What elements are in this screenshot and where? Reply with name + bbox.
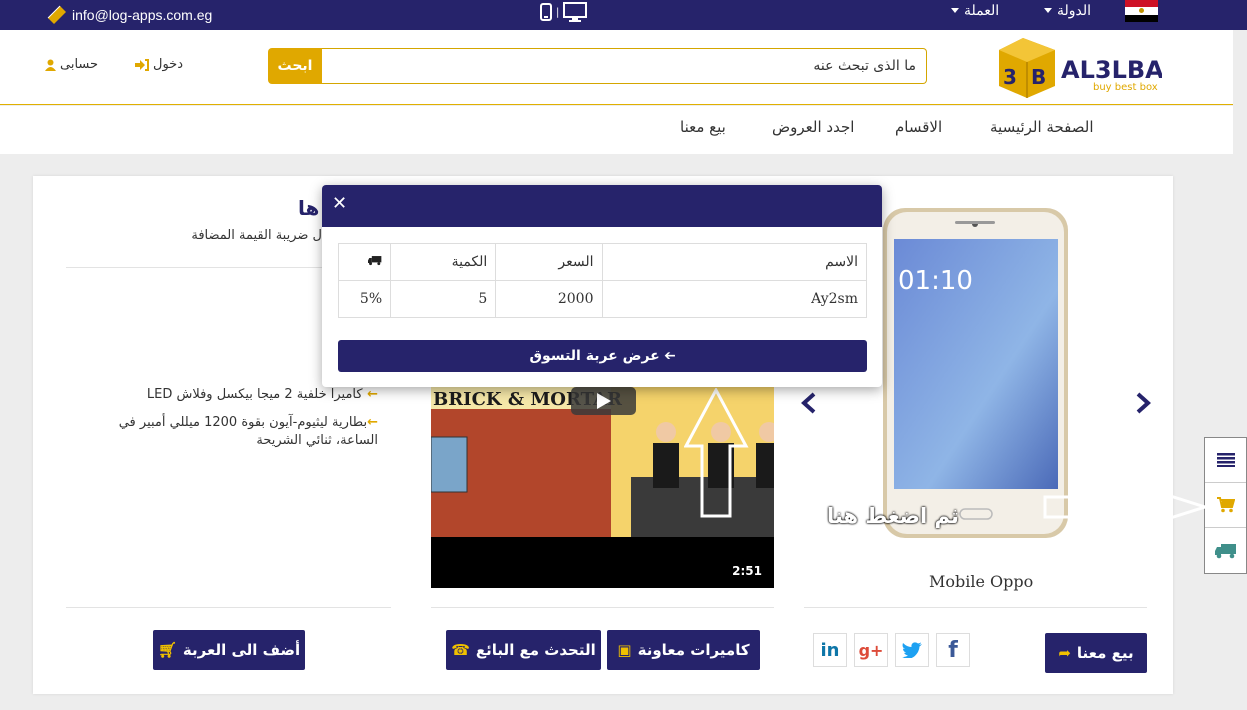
site-header: حسابى دخول ابحث ما الذى تبحث عنه 3 B AL3… bbox=[0, 30, 1233, 105]
email-text: info@log-apps.com.eg bbox=[72, 7, 213, 23]
top-bar: info@log-apps.com.eg | العملة الدولة bbox=[0, 0, 1247, 30]
chevron-down-icon bbox=[951, 8, 959, 13]
twitter-icon[interactable] bbox=[895, 633, 929, 667]
currency-dropdown[interactable]: العملة bbox=[951, 2, 999, 19]
cart-icon: 🛒︎ bbox=[157, 641, 177, 659]
svg-text:buy best box: buy best box bbox=[1093, 82, 1158, 93]
al3lba-logo[interactable]: 3 B AL3LBA buy best box bbox=[997, 36, 1162, 100]
envelope-icon bbox=[47, 5, 66, 24]
svg-text:01:10: 01:10 bbox=[898, 266, 973, 296]
device-switch[interactable]: | bbox=[540, 2, 588, 22]
mobile-icon[interactable] bbox=[540, 3, 552, 21]
truck-icon bbox=[1214, 543, 1236, 558]
product-title-fragment: ها bbox=[298, 196, 320, 220]
chat-seller-button[interactable]: ☎ التحدث مع البائع bbox=[446, 630, 601, 670]
chevron-down-icon bbox=[1044, 8, 1052, 13]
facebook-icon[interactable]: f bbox=[936, 633, 970, 667]
list-icon bbox=[1216, 453, 1235, 467]
annotation-arrow-right bbox=[1043, 479, 1208, 535]
carousel-next-icon[interactable] bbox=[800, 392, 818, 414]
phone-icon: ☎ bbox=[451, 641, 470, 659]
nav-categories[interactable]: الاقسام bbox=[895, 118, 942, 136]
cell-shipping: 5% bbox=[337, 280, 392, 318]
svg-text:AL3LBA: AL3LBA bbox=[1061, 56, 1162, 84]
column-name: الاسم bbox=[601, 243, 867, 281]
linkedin-icon[interactable]: in bbox=[813, 633, 847, 667]
divider bbox=[804, 607, 1147, 608]
cart-button[interactable] bbox=[1205, 483, 1246, 528]
view-cart-button[interactable]: عرض عربة التسوق ➔ bbox=[338, 340, 867, 372]
nav-home[interactable]: الصفحة الرئيسية bbox=[990, 118, 1094, 136]
cart-icon bbox=[1216, 497, 1235, 513]
googleplus-icon[interactable]: g+ bbox=[854, 633, 888, 667]
annotation-arrow-up bbox=[684, 388, 749, 518]
camera-icon: ▣ bbox=[617, 641, 632, 659]
search-input[interactable]: ما الذى تبحث عنه bbox=[322, 48, 927, 84]
share-arrow-icon: ➦ bbox=[1058, 644, 1071, 662]
column-price: السعر bbox=[495, 243, 603, 281]
table-header-row: الاسم السعر الكمية bbox=[337, 243, 867, 281]
svg-text:3: 3 bbox=[1003, 65, 1017, 89]
product-name: Mobile Oppo bbox=[929, 572, 1034, 591]
add-to-cart-button[interactable]: 🛒︎ أضف الى العربة bbox=[153, 630, 305, 670]
login-link[interactable]: دخول bbox=[135, 57, 183, 72]
table-row: Ay2sm 2000 5 5% bbox=[337, 280, 867, 318]
search-bar: ابحث ما الذى تبحث عنه bbox=[268, 48, 927, 84]
column-qty: الكمية bbox=[390, 243, 497, 281]
feature-camera: ← كاميرا خلفية 2 ميجا بيكسل وفلاش LED bbox=[146, 387, 378, 402]
video-duration: 2:51 bbox=[732, 564, 762, 578]
svg-text:B: B bbox=[1031, 65, 1046, 89]
cart-table: الاسم السعر الكمية Ay2sm 2000 5 5% bbox=[337, 243, 867, 318]
cart-modal: ✕ الاسم السعر الكمية Ay2sm 2000 5 5% عرض… bbox=[322, 185, 882, 387]
shipping-button[interactable] bbox=[1205, 528, 1246, 573]
desktop-icon[interactable] bbox=[563, 2, 588, 22]
egypt-flag-icon[interactable] bbox=[1125, 0, 1158, 22]
arrow-left-icon: ➔ bbox=[663, 348, 676, 364]
annotation-text: ثم اضغط هنا bbox=[827, 504, 959, 528]
account-link[interactable]: حسابى bbox=[45, 57, 98, 72]
cell-name: Ay2sm bbox=[601, 280, 867, 318]
country-dropdown[interactable]: الدولة bbox=[1044, 2, 1091, 19]
modal-header: ✕ bbox=[322, 185, 882, 227]
divider bbox=[66, 607, 391, 608]
floating-toolbar bbox=[1204, 437, 1247, 574]
feature-battery: ←بطارية ليثيوم-آيون بقوة 1200 ميللي أمبي… bbox=[118, 415, 378, 448]
main-nav: الصفحة الرئيسية الاقسام اجدد العروض بيع … bbox=[0, 106, 1233, 154]
close-icon[interactable]: ✕ bbox=[332, 193, 347, 214]
arrow-left-icon: ← bbox=[367, 415, 378, 430]
cell-price: 2000 bbox=[495, 280, 603, 318]
email-contact[interactable]: info@log-apps.com.eg bbox=[46, 4, 212, 26]
column-shipping bbox=[337, 243, 392, 281]
assist-cameras-button[interactable]: ▣ كاميرات معاونة bbox=[607, 630, 760, 670]
divider bbox=[431, 607, 774, 608]
truck-icon bbox=[368, 256, 382, 266]
user-icon bbox=[45, 59, 56, 71]
search-button[interactable]: ابحث bbox=[268, 48, 322, 84]
vat-note: ل ضريبة القيمة المضافة bbox=[191, 228, 322, 243]
menu-button[interactable] bbox=[1205, 438, 1246, 483]
carousel-prev-icon[interactable] bbox=[1134, 392, 1152, 414]
nav-latest-offers[interactable]: اجدد العروض bbox=[772, 118, 854, 136]
sell-with-us-button[interactable]: ➦ بيع معنا bbox=[1045, 633, 1147, 673]
cell-qty: 5 bbox=[390, 280, 497, 318]
nav-sell-with-us[interactable]: بيع معنا bbox=[680, 118, 726, 136]
page-scroll-gutter bbox=[1233, 30, 1247, 710]
sign-in-icon bbox=[135, 58, 149, 71]
arrow-left-icon: ← bbox=[362, 387, 378, 402]
